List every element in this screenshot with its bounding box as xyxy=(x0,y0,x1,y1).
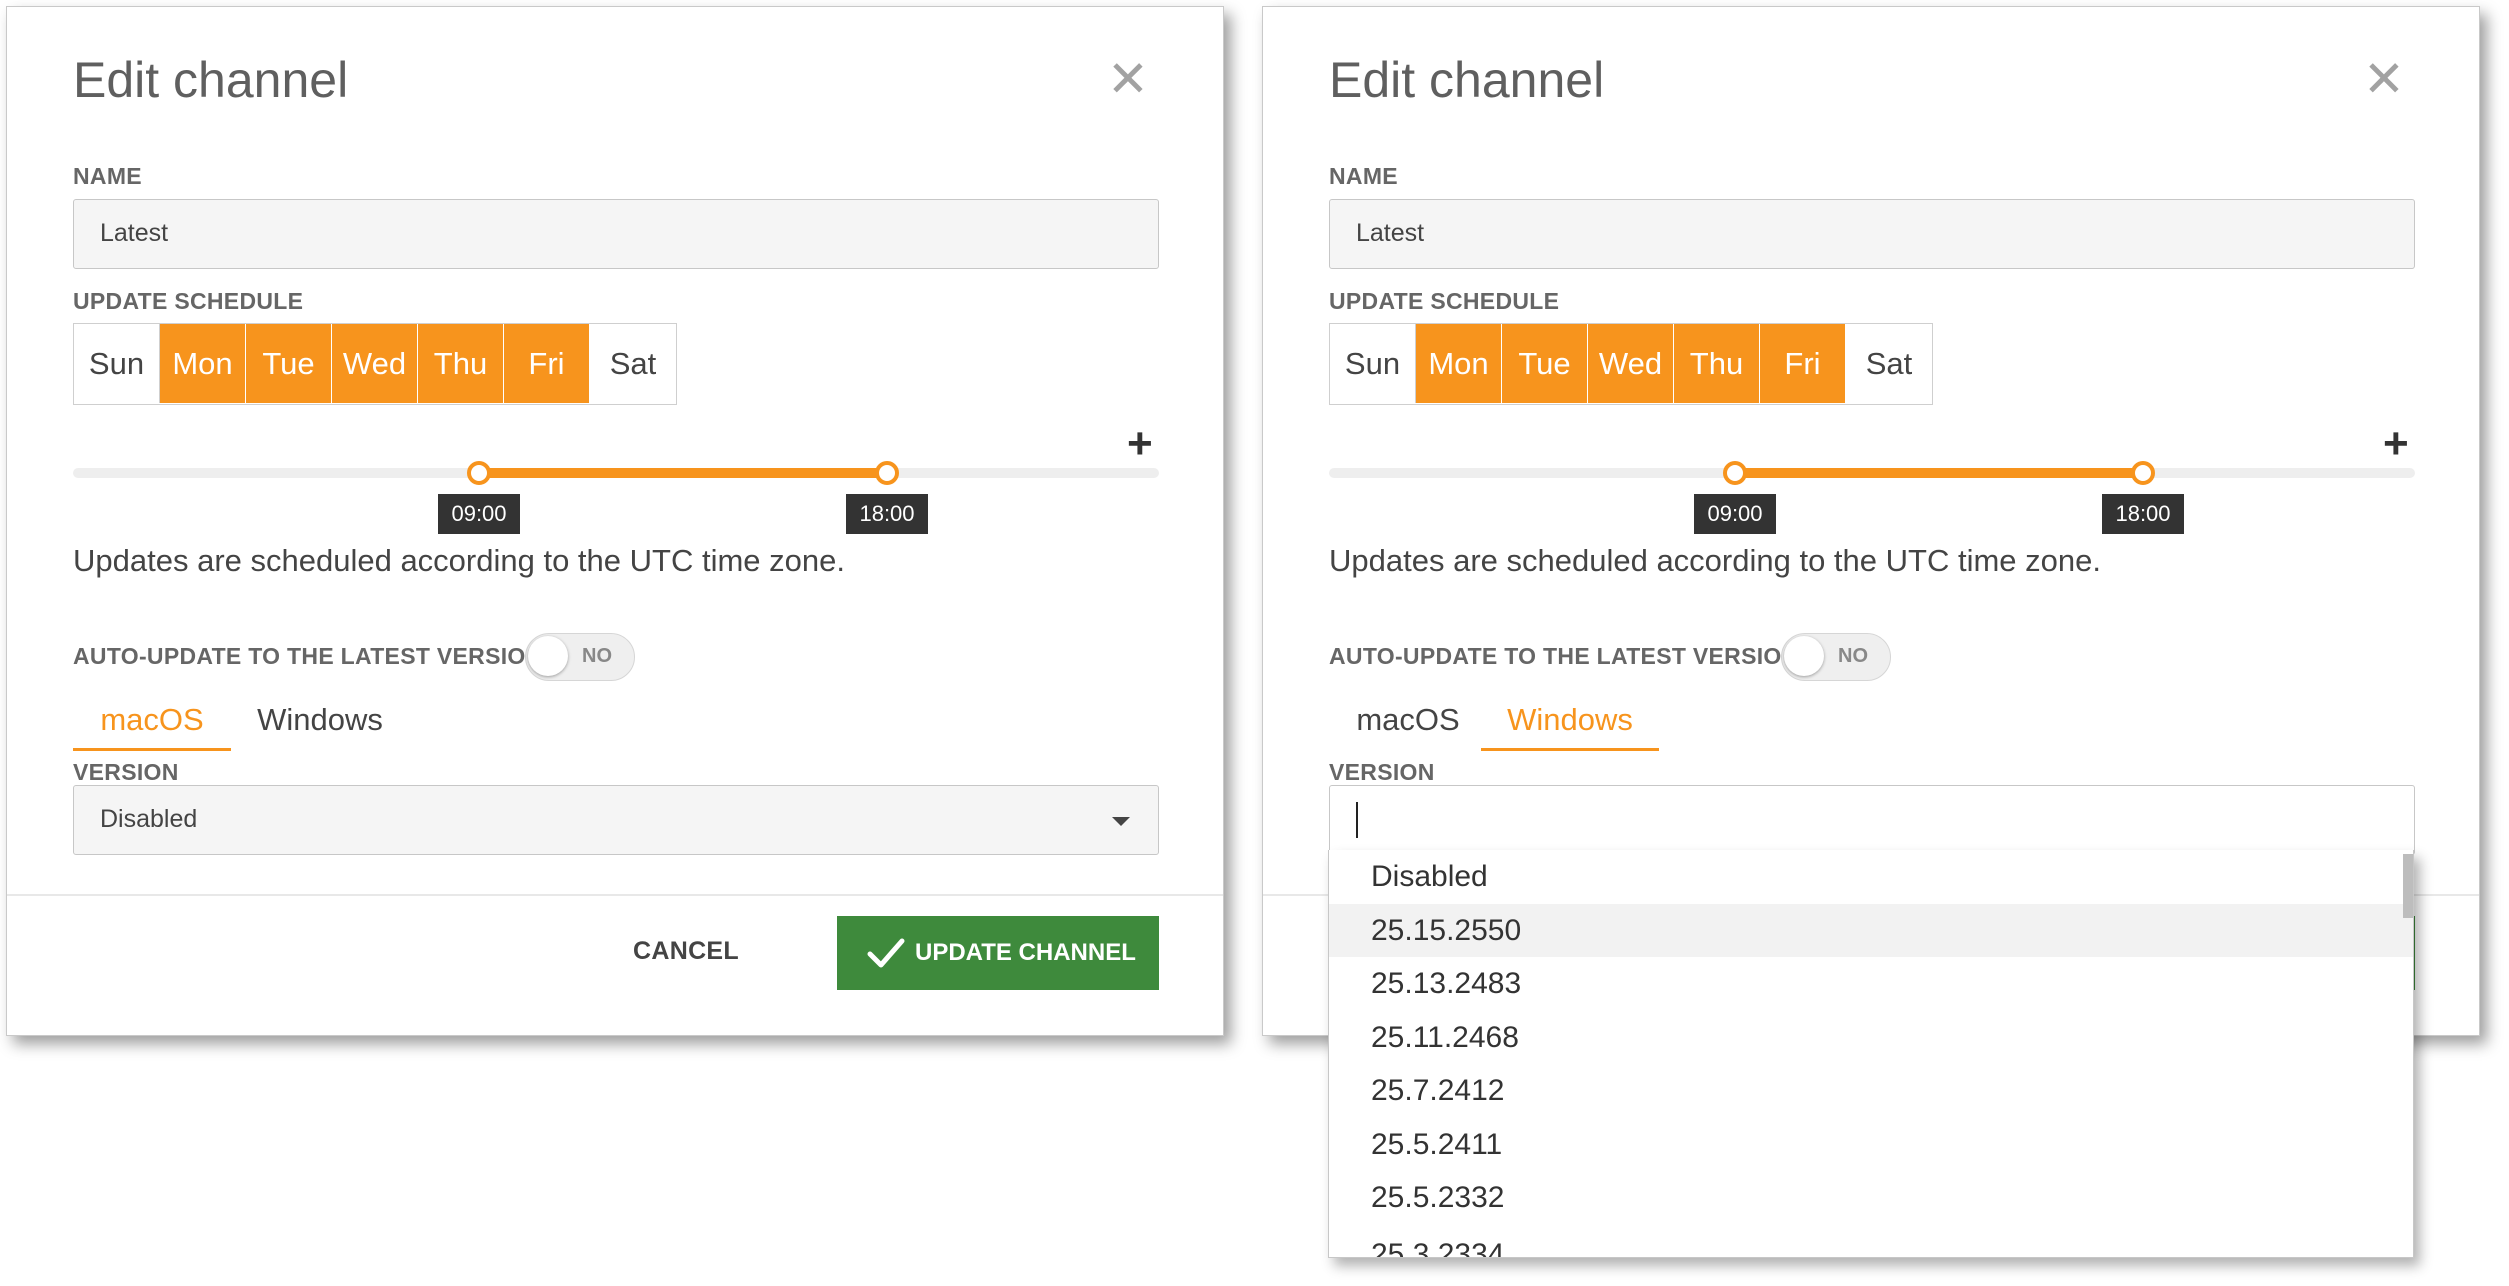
close-icon[interactable]: ✕ xyxy=(1107,54,1149,104)
update-channel-button[interactable]: UPDATE CHANNEL xyxy=(837,916,1159,990)
schedule-label: UPDATE SCHEDULE xyxy=(73,288,304,314)
version-option-highlighted[interactable]: 25.15.2550 xyxy=(1329,903,2413,957)
version-option[interactable]: 25.5.2332 xyxy=(1329,1171,2413,1225)
text-cursor xyxy=(1356,802,1358,838)
plus-icon[interactable]: + xyxy=(2383,422,2409,466)
day-fri[interactable]: Fri xyxy=(504,324,590,403)
name-input[interactable]: Latest xyxy=(73,199,1159,269)
version-dropdown-list[interactable]: Disabled 25.15.2550 25.13.2483 25.11.246… xyxy=(1328,850,2414,1258)
version-value: Disabled xyxy=(100,805,198,833)
day-selector: Sun Mon Tue Wed Thu Fri Sat xyxy=(1329,323,1933,405)
timezone-note: Updates are scheduled according to the U… xyxy=(1329,543,2101,578)
dropdown-scrollbar[interactable] xyxy=(2403,854,2413,918)
start-time-label: 09:00 xyxy=(438,494,520,534)
time-range-fill xyxy=(1735,468,2143,478)
edit-channel-dialog-left: Edit channel ✕ NAME Latest UPDATE SCHEDU… xyxy=(6,6,1224,1036)
day-mon[interactable]: Mon xyxy=(160,324,246,403)
version-option[interactable]: 25.5.2411 xyxy=(1329,1118,2413,1172)
version-option[interactable]: 25.13.2483 xyxy=(1329,957,2413,1011)
end-time-handle[interactable] xyxy=(2131,461,2155,485)
auto-update-label: AUTO-UPDATE TO THE LATEST VERSION xyxy=(73,643,543,669)
version-label: VERSION xyxy=(1329,759,1435,785)
day-sat[interactable]: Sat xyxy=(1846,324,1932,403)
day-selector: Sun Mon Tue Wed Thu Fri Sat xyxy=(73,323,677,405)
day-sat[interactable]: Sat xyxy=(590,324,676,403)
footer-divider xyxy=(7,894,1223,896)
update-channel-label: UPDATE CHANNEL xyxy=(915,939,1136,966)
day-sun[interactable]: Sun xyxy=(74,324,160,403)
day-wed[interactable]: Wed xyxy=(332,324,418,403)
auto-update-toggle[interactable]: NO xyxy=(525,633,635,681)
timezone-note: Updates are scheduled according to the U… xyxy=(73,543,845,578)
caret-down-icon xyxy=(1112,817,1130,826)
close-icon[interactable]: ✕ xyxy=(2363,54,2405,104)
cancel-button[interactable]: CANCEL xyxy=(633,937,739,966)
start-time-handle[interactable] xyxy=(1723,461,1747,485)
version-option[interactable]: Disabled xyxy=(1329,850,2413,904)
plus-icon[interactable]: + xyxy=(1127,422,1153,466)
dialog-title: Edit channel xyxy=(1329,52,1605,108)
version-option[interactable]: 25.7.2412 xyxy=(1329,1064,2413,1118)
day-thu[interactable]: Thu xyxy=(1674,324,1760,403)
day-thu[interactable]: Thu xyxy=(418,324,504,403)
start-time-label: 09:00 xyxy=(1694,494,1776,534)
version-option-cutoff[interactable]: 25.3.2334 xyxy=(1329,1225,2413,1258)
toggle-state: NO xyxy=(1838,645,1868,667)
toggle-knob xyxy=(1784,636,1824,676)
end-time-label: 18:00 xyxy=(2102,494,2184,534)
end-time-handle[interactable] xyxy=(875,461,899,485)
day-sun[interactable]: Sun xyxy=(1330,324,1416,403)
version-select[interactable]: Disabled xyxy=(73,785,1159,855)
tab-macos[interactable]: macOS xyxy=(73,697,231,751)
auto-update-toggle[interactable]: NO xyxy=(1781,633,1891,681)
version-option[interactable]: 25.11.2468 xyxy=(1329,1011,2413,1065)
name-label: NAME xyxy=(1329,163,1398,189)
day-tue[interactable]: Tue xyxy=(246,324,332,403)
schedule-label: UPDATE SCHEDULE xyxy=(1329,288,1560,314)
end-time-label: 18:00 xyxy=(846,494,928,534)
time-range-fill xyxy=(479,468,887,478)
toggle-knob xyxy=(528,636,568,676)
check-icon xyxy=(867,938,905,968)
name-label: NAME xyxy=(73,163,142,189)
version-search-input[interactable] xyxy=(1329,785,2415,855)
day-tue[interactable]: Tue xyxy=(1502,324,1588,403)
name-input[interactable]: Latest xyxy=(1329,199,2415,269)
tab-macos[interactable]: macOS xyxy=(1329,697,1487,751)
day-fri[interactable]: Fri xyxy=(1760,324,1846,403)
tab-windows[interactable]: Windows xyxy=(243,697,397,751)
toggle-state: NO xyxy=(582,645,612,667)
start-time-handle[interactable] xyxy=(467,461,491,485)
version-label: VERSION xyxy=(73,759,179,785)
tab-windows[interactable]: Windows xyxy=(1481,697,1659,751)
auto-update-label: AUTO-UPDATE TO THE LATEST VERSION xyxy=(1329,643,1799,669)
day-wed[interactable]: Wed xyxy=(1588,324,1674,403)
day-mon[interactable]: Mon xyxy=(1416,324,1502,403)
dialog-title: Edit channel xyxy=(73,52,349,108)
